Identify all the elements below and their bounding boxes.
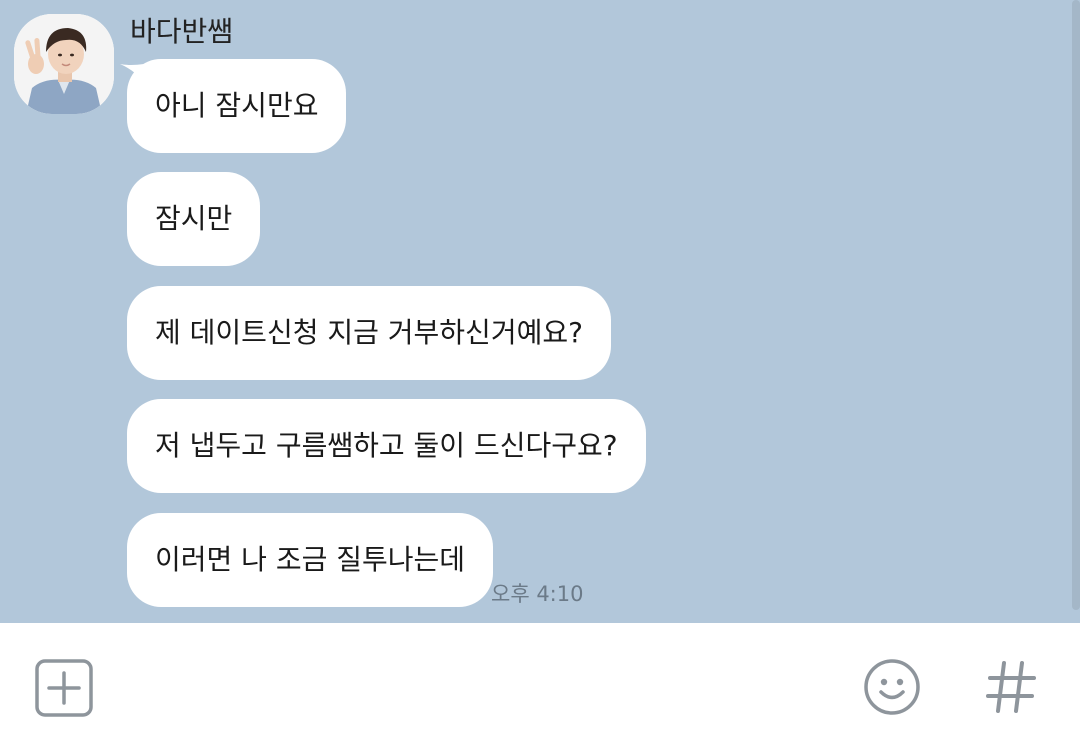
message-bubble[interactable]: 아니 잠시만요 bbox=[127, 59, 347, 153]
emoji-icon[interactable] bbox=[862, 657, 922, 717]
avatar[interactable] bbox=[14, 14, 114, 114]
scrollbar[interactable] bbox=[1072, 0, 1080, 610]
sender-name: 바다반쌤 bbox=[130, 15, 234, 48]
chat-screen: 바다반쌤 아니 잠시만요 잠시만 제 데이트신청 지금 거부하신거예요? 저 냅… bbox=[0, 0, 1080, 746]
input-bar[interactable] bbox=[0, 623, 1080, 746]
message-timestamp: 오후 4:10 bbox=[491, 582, 584, 606]
chat-message-area[interactable]: 바다반쌤 아니 잠시만요 잠시만 제 데이트신청 지금 거부하신거예요? 저 냅… bbox=[0, 0, 1080, 623]
message-bubble[interactable]: 제 데이트신청 지금 거부하신거예요? bbox=[127, 286, 611, 380]
profile-photo bbox=[14, 14, 114, 114]
message-bubble[interactable]: 저 냅두고 구름쌤하고 둘이 드신다구요? bbox=[127, 399, 646, 493]
message-bubble[interactable]: 잠시만 bbox=[127, 172, 261, 266]
hashtag-icon[interactable] bbox=[984, 659, 1038, 715]
message-bubble[interactable]: 이러면 나 조금 질투나는데 bbox=[127, 513, 494, 607]
add-icon[interactable] bbox=[34, 658, 94, 718]
